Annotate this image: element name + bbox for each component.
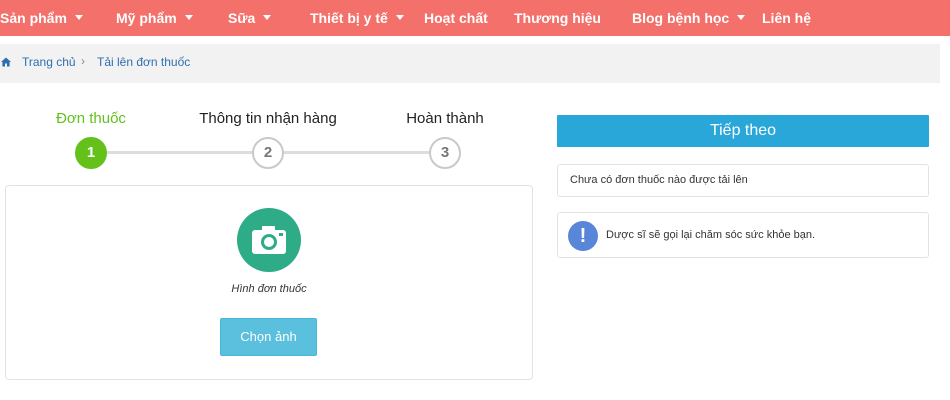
nav-item-label: Thiết bị y tế: [310, 10, 388, 26]
nav-item-label: Sản phẩm: [0, 10, 67, 26]
breadcrumb-separator: ›: [81, 54, 85, 68]
nav-item-lien-he[interactable]: Liên hệ: [762, 0, 811, 36]
nav-item-label: Hoạt chất: [424, 10, 488, 26]
step-3-circle: 3: [429, 137, 461, 169]
page: Sản phẩm Mỹ phẩm Sữa Thiết bị y tế Hoạt …: [0, 0, 950, 400]
exclamation-symbol: !: [579, 225, 587, 247]
camera-icon: [252, 226, 286, 254]
notice-message: Dược sĩ sẽ gọi lại chăm sóc sức khỏe bạn…: [606, 229, 816, 241]
nav-item-san-pham[interactable]: Sản phẩm: [0, 0, 83, 36]
nav-item-label: Thương hiệu: [514, 10, 601, 26]
breadcrumb-current: Tải lên đơn thuốc: [97, 55, 191, 69]
top-nav: Sản phẩm Mỹ phẩm Sữa Thiết bị y tế Hoạt …: [0, 0, 950, 36]
nav-item-thiet-bi-y-te[interactable]: Thiết bị y tế: [310, 0, 404, 36]
step-2-label: Thông tin nhận hàng: [199, 110, 337, 127]
nav-item-label: Sữa: [228, 10, 256, 26]
upload-caption: Hình đơn thuốc: [231, 283, 307, 295]
chevron-down-icon: [263, 14, 272, 20]
breadcrumb: Trang chủ › Tải lên đơn thuốc: [0, 44, 940, 83]
chevron-down-icon: [737, 14, 746, 20]
exclamation-icon: !: [568, 221, 598, 251]
camera-button[interactable]: [237, 208, 301, 272]
chevron-down-icon: [395, 14, 404, 20]
chevron-down-icon: [74, 14, 83, 20]
nav-item-label: Liên hệ: [762, 10, 812, 26]
chevron-down-icon: [184, 14, 193, 20]
home-icon: [1, 57, 11, 67]
nav-item-thuong-hieu[interactable]: Thương hiệu: [514, 0, 601, 36]
step-1-label: Đơn thuốc: [56, 110, 126, 127]
breadcrumb-home-link[interactable]: Trang chủ: [22, 55, 76, 69]
nav-item-label: Blog bệnh học: [632, 10, 730, 26]
nav-item-hoat-chat[interactable]: Hoạt chất: [424, 0, 488, 36]
notice-box: ! Dược sĩ sẽ gọi lại chăm sóc sức khỏe b…: [557, 212, 929, 258]
step-2-circle: 2: [252, 137, 284, 169]
nav-item-sua[interactable]: Sữa: [228, 0, 272, 36]
step-1-circle: 1: [75, 137, 107, 169]
choose-image-button[interactable]: Chọn ảnh: [220, 318, 317, 356]
nav-item-blog-benh-hoc[interactable]: Blog bệnh học: [632, 0, 746, 36]
nav-item-my-pham[interactable]: Mỹ phẩm: [116, 0, 193, 36]
step-3-label: Hoàn thành: [406, 110, 484, 127]
next-button[interactable]: Tiếp theo: [557, 115, 929, 147]
nav-item-label: Mỹ phẩm: [116, 10, 177, 26]
uploaded-list-box: Chưa có đơn thuốc nào được tải lên: [557, 164, 929, 197]
empty-message: Chưa có đơn thuốc nào được tải lên: [570, 174, 748, 186]
